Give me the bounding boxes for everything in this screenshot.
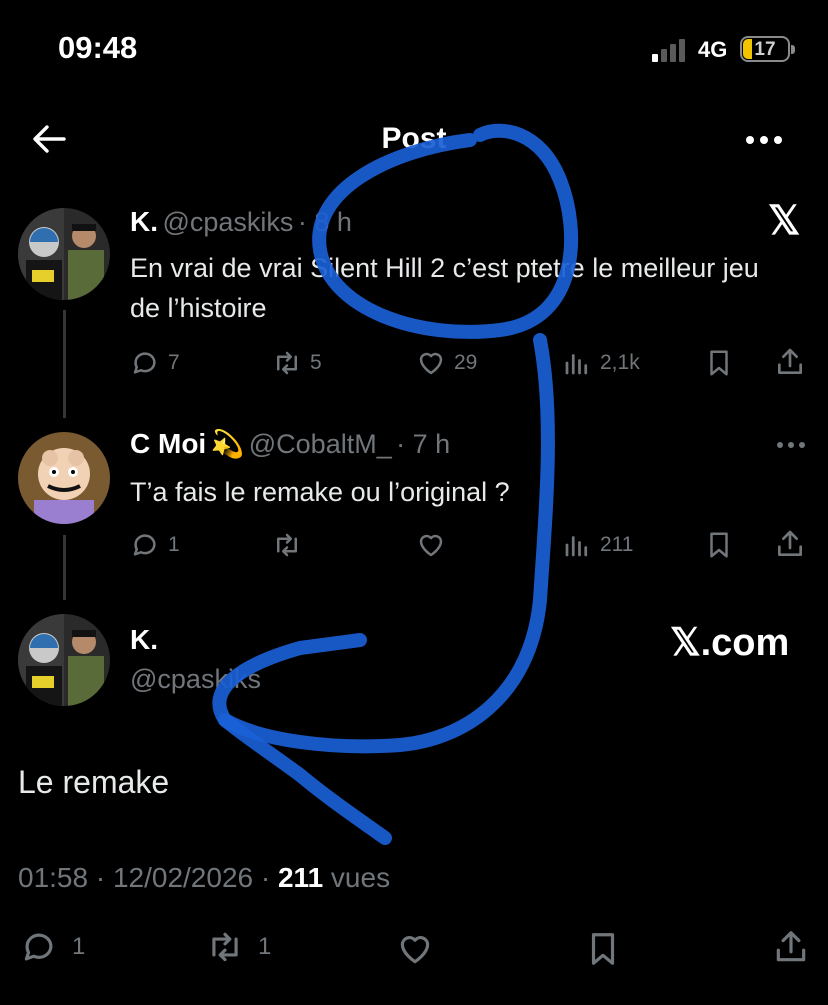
- x-com-watermark: 𝕏.com: [670, 622, 790, 664]
- bookmark-icon[interactable]: [584, 930, 622, 968]
- repost-count: 5: [310, 351, 322, 374]
- repost-button[interactable]: 5: [272, 348, 322, 378]
- share-icon[interactable]: [774, 346, 806, 378]
- reply-count: 1: [168, 533, 180, 556]
- views-count: 211: [600, 533, 634, 556]
- reply-icon: [24, 933, 53, 961]
- author-handle[interactable]: @cpaskiks: [130, 664, 261, 695]
- network-type: 4G: [698, 37, 728, 62]
- like-button[interactable]: [416, 530, 446, 560]
- share-icon[interactable]: [772, 928, 810, 966]
- reply-button[interactable]: 7: [130, 348, 180, 378]
- post-time[interactable]: · 7 h: [396, 429, 450, 459]
- post-time[interactable]: · 8 h: [298, 207, 352, 237]
- author-handle[interactable]: @cpaskiks: [162, 207, 293, 237]
- post-meta: 01:58 · 12/02/2026 · 211 vues: [18, 862, 390, 894]
- repost-count: 1: [258, 933, 272, 960]
- avatar[interactable]: [18, 614, 110, 706]
- avatar[interactable]: [18, 432, 110, 524]
- x-logo-icon: 𝕏: [768, 199, 801, 243]
- like-button[interactable]: 29: [416, 348, 477, 378]
- views-button[interactable]: 211: [562, 530, 633, 560]
- repost-icon: [277, 351, 297, 375]
- tweet-text: En vrai de vrai Silent Hill 2 c’est ptet…: [130, 253, 759, 323]
- repost-button[interactable]: [272, 530, 302, 560]
- views-icon: [565, 536, 588, 557]
- share-icon[interactable]: [774, 528, 806, 560]
- avatar[interactable]: [18, 208, 110, 300]
- like-count: 29: [454, 351, 478, 374]
- post-text: Le remake: [18, 764, 170, 800]
- heart-icon: [419, 352, 443, 375]
- author-name[interactable]: K.: [130, 206, 158, 237]
- views-icon: [565, 354, 588, 375]
- tweet-text: T’a fais le remake ou l’original ?: [130, 477, 510, 507]
- heart-icon[interactable]: [396, 930, 434, 968]
- views-count: 2,1k: [600, 351, 640, 374]
- signal-icon: [652, 39, 685, 62]
- post-timestamp[interactable]: 01:58 · 12/02/2026 ·: [18, 862, 278, 893]
- status-time: 09:48: [58, 30, 138, 65]
- bookmark-icon[interactable]: [704, 348, 734, 378]
- author-name[interactable]: K.: [130, 624, 158, 656]
- author-handle[interactable]: @CobaltM_: [249, 429, 392, 459]
- more-options-icon[interactable]: [742, 122, 786, 158]
- author-name[interactable]: C Moi: [130, 428, 206, 459]
- page-title: Post: [381, 122, 447, 155]
- thread-line: [63, 310, 66, 418]
- repost-icon: [212, 932, 238, 962]
- author-emoji: 💫: [210, 429, 245, 459]
- bookmark-icon[interactable]: [704, 530, 734, 560]
- battery-tip: [791, 45, 795, 54]
- battery-level: 17: [754, 39, 776, 60]
- heart-icon: [419, 534, 443, 557]
- views-count: 211: [277, 862, 324, 893]
- reply-icon: [133, 352, 156, 374]
- views-button[interactable]: 2,1k: [562, 348, 640, 378]
- battery-icon: 17: [740, 36, 790, 62]
- reply-button[interactable]: 1: [20, 928, 85, 966]
- reply-count: 7: [168, 351, 180, 374]
- repost-icon: [277, 533, 297, 557]
- reply-icon: [133, 534, 156, 556]
- repost-button[interactable]: 1: [206, 928, 271, 966]
- reply-button[interactable]: 1: [130, 530, 180, 560]
- more-options-icon[interactable]: [776, 440, 806, 450]
- reply-count: 1: [72, 933, 86, 960]
- views-label: vues: [323, 862, 391, 893]
- thread-line: [63, 535, 66, 600]
